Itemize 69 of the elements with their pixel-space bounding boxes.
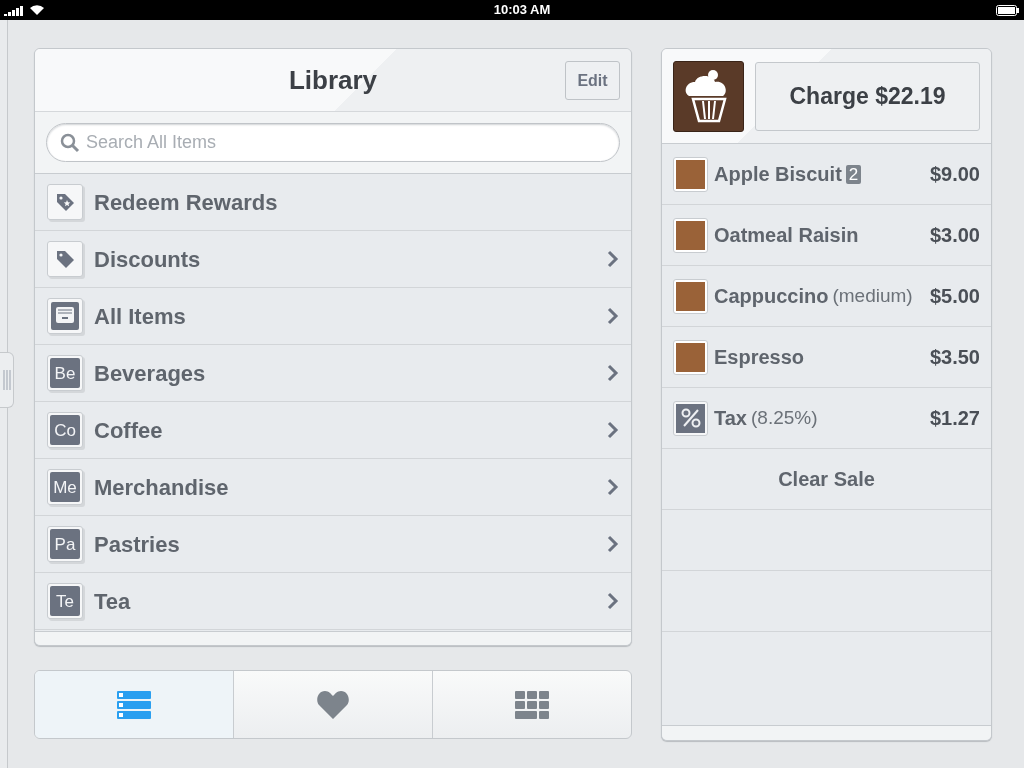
row-label: All Items	[94, 302, 187, 331]
charge-button[interactable]: Charge $22.19	[755, 61, 980, 131]
star-tag-icon	[47, 184, 83, 220]
chevron-icon	[607, 364, 619, 382]
category-abbreviation: Me	[50, 472, 80, 502]
grip-icon	[2, 370, 11, 390]
status-time: 10:03 AM	[493, 1, 551, 20]
library-row[interactable]: Te Tea	[35, 573, 631, 630]
row-label: Discounts	[94, 245, 202, 274]
line-price: $9.00	[929, 162, 980, 187]
sale-line[interactable]: Oatmeal Raisin $3.00	[662, 205, 991, 266]
library-row[interactable]: All Items	[35, 288, 631, 345]
tag-icon	[47, 241, 83, 277]
sale-line[interactable]: Apple Biscuit 2 $9.00	[662, 144, 991, 205]
chevron-icon	[607, 421, 619, 439]
chevron-icon	[607, 535, 619, 553]
sale-line[interactable]: Cappuccino (medium) $5.00	[662, 266, 991, 327]
category-abbreviation: Co	[50, 415, 80, 445]
library-row[interactable]: Redeem Rewards	[35, 174, 631, 231]
line-name: Apple Biscuit	[714, 162, 842, 187]
battery-icon	[996, 4, 1020, 16]
library-row[interactable]: Discounts	[35, 231, 631, 288]
line-name: Tax	[714, 406, 747, 431]
line-price: $3.50	[929, 345, 980, 370]
cupcake-logo	[673, 60, 744, 132]
library-row[interactable]: Co Coffee	[35, 402, 631, 459]
chevron-icon	[607, 478, 619, 496]
row-label: Tea	[94, 587, 132, 616]
view-tab[interactable]	[35, 671, 233, 738]
chevron-icon	[607, 307, 619, 325]
percent-icon	[673, 400, 708, 436]
sale-line[interactable]: Espresso $3.50	[662, 327, 991, 388]
library-row[interactable]: Me Merchandise	[35, 459, 631, 516]
line-name: Oatmeal Raisin	[714, 223, 859, 248]
library-row[interactable]: Pa Pastries	[35, 516, 631, 573]
row-label: Merchandise	[94, 473, 230, 502]
sale-line[interactable]: Tax (8.25%) $1.27	[662, 388, 991, 449]
drawer-icon	[47, 298, 83, 334]
row-label: Beverages	[94, 359, 207, 388]
edit-button[interactable]: Edit	[565, 61, 620, 100]
photo-placeholder	[676, 220, 705, 250]
grid-icon	[514, 689, 550, 720]
chevron-icon	[607, 592, 619, 610]
photo-placeholder	[676, 342, 705, 372]
line-name: Cappuccino	[714, 284, 829, 309]
photo-placeholder	[676, 159, 705, 189]
row-label: Pastries	[94, 530, 181, 559]
drawer-handle[interactable]	[0, 352, 14, 408]
clear-sale-button[interactable]: Clear Sale	[662, 449, 991, 510]
line-note: (8.25%)	[751, 405, 818, 430]
category-abbreviation: Pa	[50, 529, 80, 559]
row-label: Redeem Rewards	[94, 188, 279, 217]
line-price: $3.00	[929, 223, 980, 248]
category-abbreviation: Te	[50, 586, 80, 616]
line-name: Espresso	[714, 345, 805, 370]
quantity-badge: 2	[845, 164, 862, 184]
row-label: Coffee	[94, 416, 164, 445]
category-abbreviation: Be	[50, 358, 80, 388]
search-field[interactable]: Search All Items	[46, 123, 620, 162]
line-price: $5.00	[929, 284, 980, 309]
library-title: Library	[288, 63, 378, 97]
list-icon	[116, 689, 152, 720]
search-icon	[60, 132, 80, 153]
line-note: (medium)	[832, 283, 913, 308]
heart-icon	[316, 689, 350, 720]
line-price: $1.27	[929, 406, 980, 431]
photo-placeholder	[676, 281, 705, 311]
chevron-icon	[607, 250, 619, 268]
library-row[interactable]: Be Beverages	[35, 345, 631, 402]
